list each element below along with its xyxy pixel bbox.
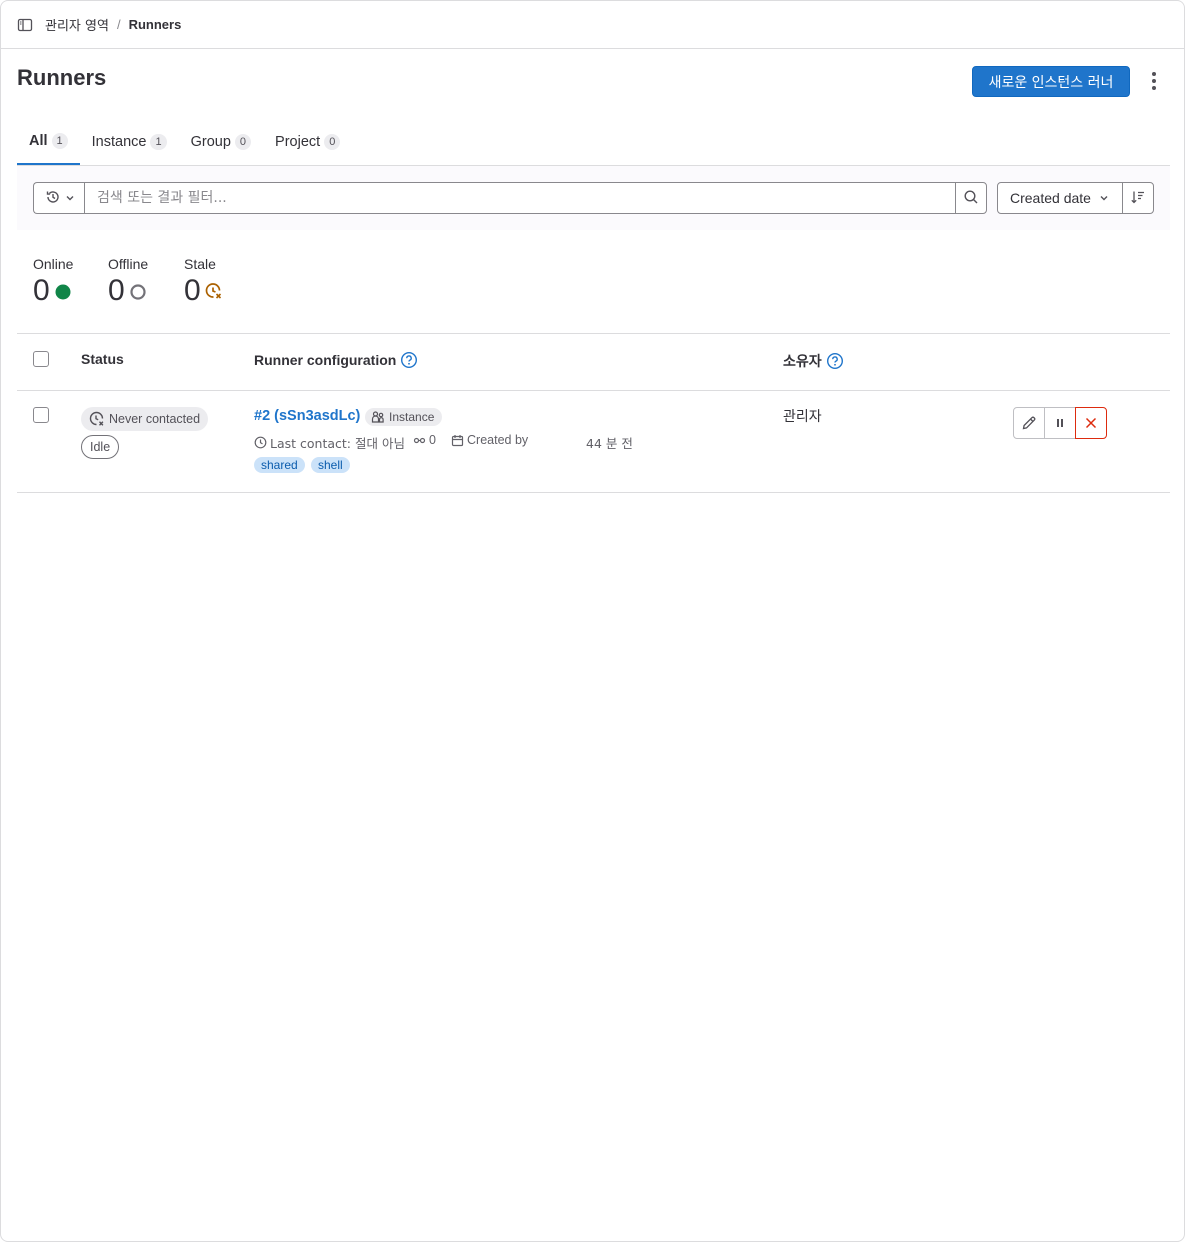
stale-clock-icon (205, 282, 223, 300)
tab-count-badge: 0 (234, 134, 252, 150)
history-icon (45, 189, 61, 208)
job-count: 0 (429, 433, 436, 447)
never-contacted-icon (89, 411, 105, 427)
filter-bar: Created date (17, 166, 1170, 230)
column-header-owner: 소유자 (783, 351, 844, 371)
search-history-button[interactable] (33, 182, 85, 214)
runner-type-badge: Instance (365, 408, 443, 426)
status-label: Never contacted (109, 412, 201, 426)
online-dot-icon (54, 282, 72, 300)
stat-offline: Offline 0 (108, 256, 148, 308)
search-icon (963, 189, 979, 208)
chevron-down-icon (1099, 190, 1109, 206)
edit-runner-button[interactable] (1013, 407, 1045, 439)
search-button[interactable] (955, 182, 987, 214)
pause-icon (1053, 416, 1067, 430)
pause-runner-button[interactable] (1044, 407, 1076, 439)
tab-instance[interactable]: Instance 1 (80, 119, 179, 165)
tab-label: All (29, 133, 48, 149)
tab-label: Project (275, 134, 321, 150)
runner-type-tabs: All 1 Instance 1 Group 0 Project 0 (17, 119, 1170, 166)
select-all-checkbox[interactable] (33, 351, 49, 367)
column-header-status: Status (81, 351, 124, 367)
created-by-text: Created by (467, 433, 529, 447)
pipeline-icon (413, 434, 426, 447)
runner-tag-shared[interactable]: shared (254, 457, 305, 473)
table-row: Never contacted Idle #2 (sSn3asdLc) Inst… (17, 391, 1170, 493)
sort-direction-button[interactable] (1122, 182, 1154, 214)
stat-online: Online 0 (33, 256, 73, 308)
more-actions-icon[interactable] (1144, 69, 1164, 93)
help-icon[interactable] (826, 352, 844, 370)
tab-count-badge: 1 (150, 134, 167, 150)
runner-name-link[interactable]: #2 (sSn3asdLc) (254, 408, 360, 424)
pencil-icon (1021, 415, 1037, 431)
created-time: 44 분 전 (586, 433, 633, 452)
sort-descending-icon (1130, 189, 1146, 208)
column-label: Status (81, 351, 124, 367)
status-badge-never-contacted: Never contacted (81, 407, 209, 431)
calendar-icon (451, 434, 464, 447)
column-header-runner-configuration: Runner configuration (254, 351, 418, 369)
breadcrumb-separator: / (116, 17, 121, 32)
breadcrumb-current[interactable]: Runners (129, 17, 182, 32)
stat-label: Online (33, 256, 74, 272)
stat-label: Stale (184, 256, 216, 272)
help-icon[interactable] (400, 351, 418, 369)
stat-label: Offline (108, 256, 149, 272)
tab-label: Group (190, 134, 231, 150)
status-badge-idle: Idle (81, 435, 120, 459)
stat-value: 0 (184, 274, 201, 307)
tab-count-badge: 0 (324, 134, 341, 150)
search-filter-input[interactable] (84, 182, 956, 214)
column-label: Runner configuration (254, 352, 397, 368)
tab-all[interactable]: All 1 (17, 119, 80, 165)
created-by-info: Created by (451, 433, 528, 447)
chevron-down-icon (65, 190, 75, 206)
job-count-info: 0 (413, 433, 436, 447)
runner-owner[interactable]: 관리자 (783, 406, 822, 426)
sort-field-dropdown[interactable]: Created date (997, 182, 1123, 214)
created-ago-text: 44 분 전 (586, 436, 633, 451)
stat-stale: Stale 0 (184, 256, 223, 308)
tab-group[interactable]: Group 0 (179, 119, 263, 165)
last-contact-text: Last contact: 절대 아님 (270, 436, 405, 451)
stat-value: 0 (108, 274, 125, 307)
runners-table-header: Status Runner configuration 소유자 (17, 333, 1170, 391)
tab-project[interactable]: Project 0 (263, 119, 352, 165)
sort-field-label: Created date (1010, 190, 1091, 206)
delete-runner-button[interactable] (1075, 407, 1107, 439)
top-bar: 관리자 영역 / Runners (1, 1, 1184, 49)
runner-tag-shell[interactable]: shell (311, 457, 350, 473)
clock-icon (254, 436, 267, 449)
breadcrumb-admin-area[interactable]: 관리자 영역 (45, 15, 109, 34)
close-icon (1084, 416, 1098, 430)
page-title: Runners (17, 65, 107, 90)
sidebar-toggle-icon[interactable] (17, 17, 33, 33)
stat-value: 0 (33, 274, 50, 307)
new-instance-runner-button[interactable]: 새로운 인스턴스 러너 (972, 66, 1130, 97)
last-contact-info: Last contact: 절대 아님 (254, 433, 405, 452)
app-frame: 관리자 영역 / Runners Runners 새로운 인스턴스 러너 All… (0, 0, 1185, 1242)
users-icon (371, 410, 385, 424)
tab-label: Instance (91, 134, 147, 150)
runner-type-label: Instance (389, 410, 435, 424)
tab-count-badge: 1 (51, 133, 68, 149)
column-label: 소유자 (783, 354, 822, 370)
row-select-checkbox[interactable] (33, 407, 49, 423)
offline-circle-icon (129, 282, 147, 300)
